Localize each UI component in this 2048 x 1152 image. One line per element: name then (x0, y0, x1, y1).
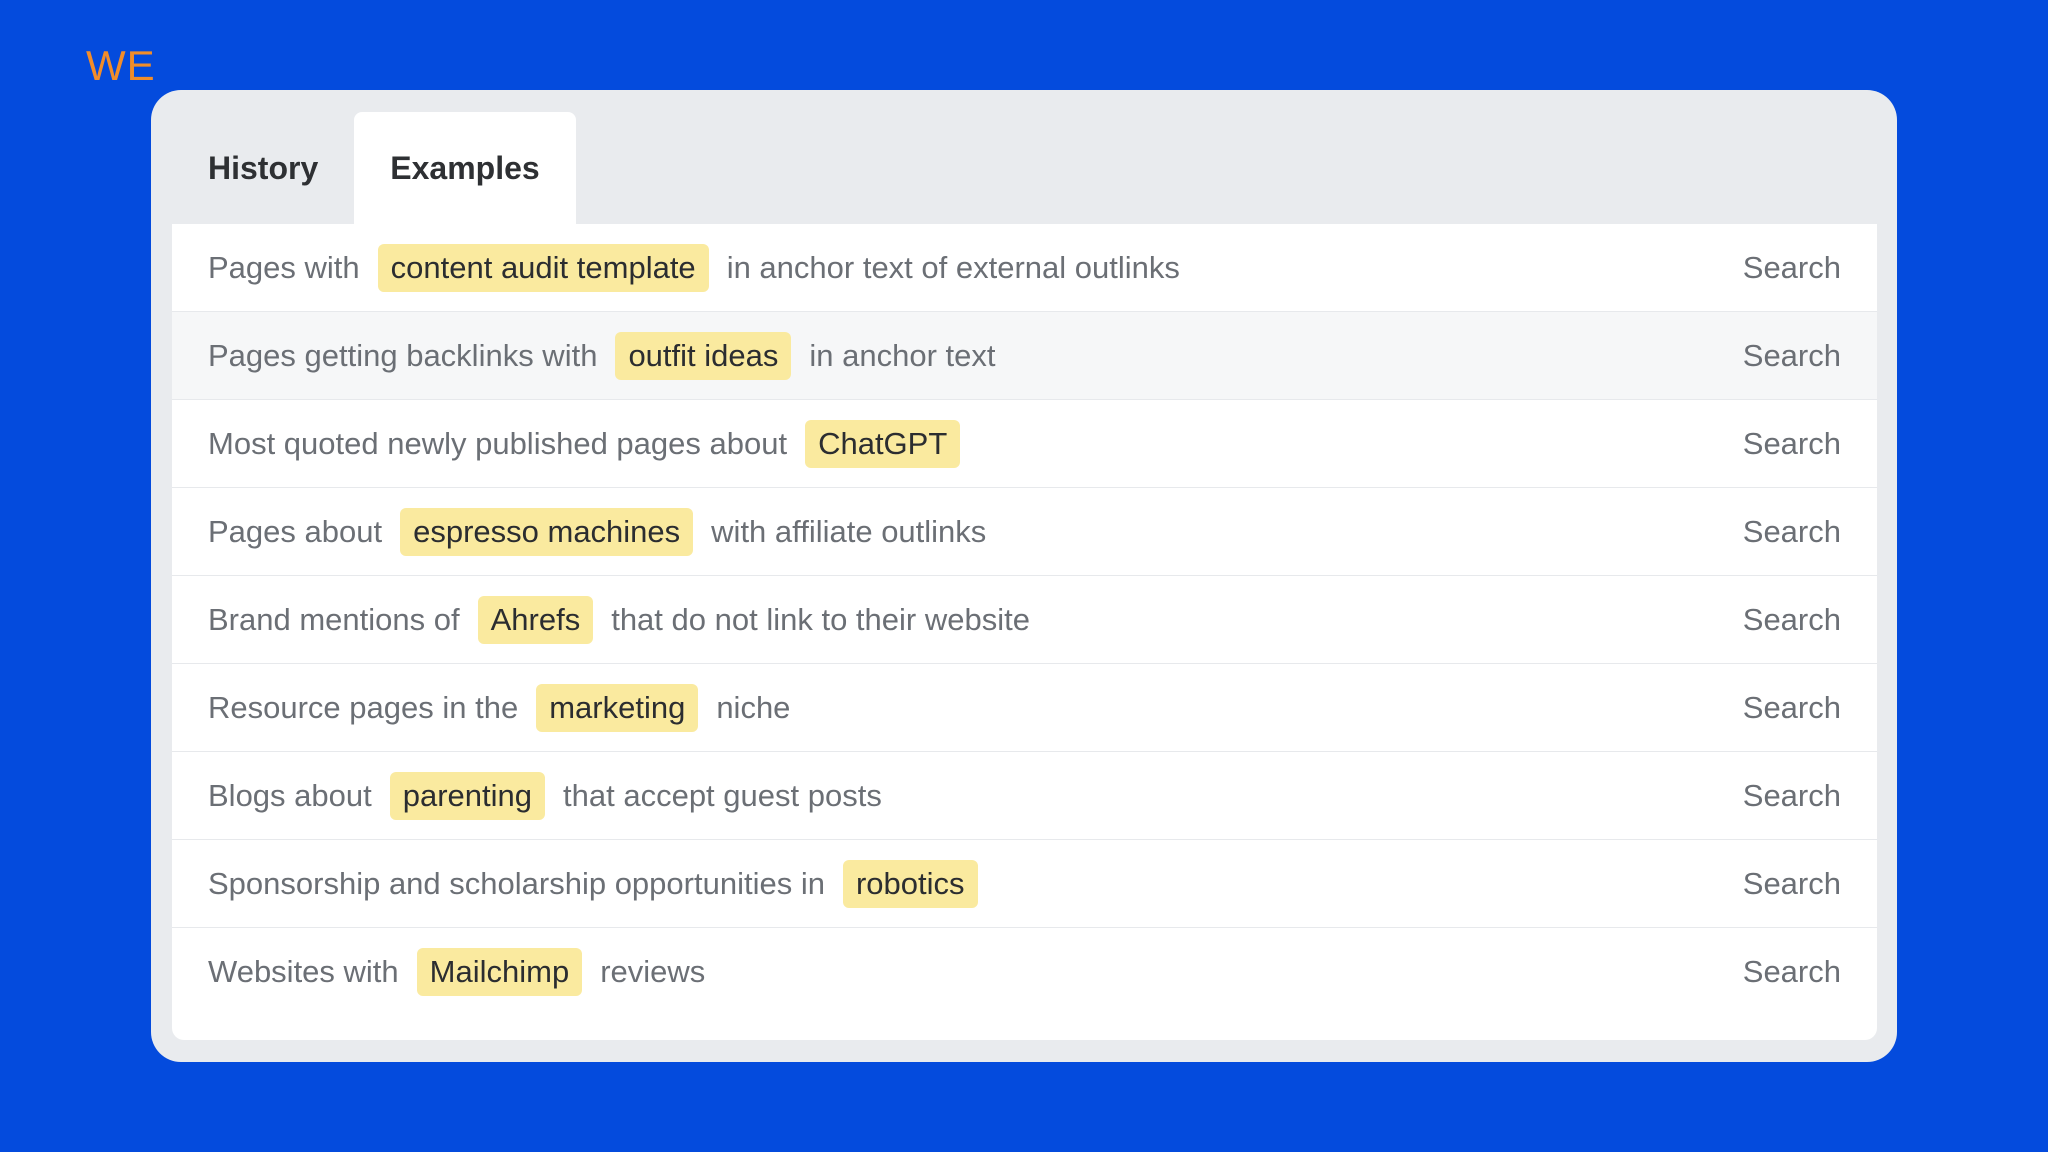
query-suffix: niche (716, 689, 791, 725)
query-keyword: marketing (536, 683, 699, 732)
example-query: Pages about espresso machines with affil… (208, 507, 1743, 556)
example-query: Resource pages in the marketing niche (208, 683, 1743, 732)
search-link[interactable]: Search (1743, 602, 1841, 638)
query-prefix: Pages with (208, 249, 360, 285)
search-link[interactable]: Search (1743, 514, 1841, 550)
search-link[interactable]: Search (1743, 866, 1841, 902)
search-link[interactable]: Search (1743, 954, 1841, 990)
query-prefix: Most quoted newly published pages about (208, 425, 788, 461)
query-suffix: in anchor text (809, 337, 996, 373)
tab-bar: History Examples (172, 112, 576, 224)
example-query: Websites with Mailchimp reviews (208, 947, 1743, 996)
search-link[interactable]: Search (1743, 250, 1841, 286)
query-keyword: espresso machines (400, 507, 694, 556)
query-keyword: content audit template (377, 243, 709, 292)
query-suffix: with affiliate outlinks (711, 513, 987, 549)
query-prefix: Brand mentions of (208, 601, 460, 637)
query-prefix: Sponsorship and scholarship opportunitie… (208, 865, 825, 901)
example-row[interactable]: Resource pages in the marketing niche Se… (172, 664, 1877, 752)
query-suffix: in anchor text of external outlinks (726, 249, 1180, 285)
example-row[interactable]: Sponsorship and scholarship opportunitie… (172, 840, 1877, 928)
example-row[interactable]: Pages with content audit template in anc… (172, 224, 1877, 312)
tab-examples[interactable]: Examples (354, 112, 576, 224)
example-row[interactable]: Pages about espresso machines with affil… (172, 488, 1877, 576)
brand-logo: WE (86, 42, 156, 89)
example-row[interactable]: Most quoted newly published pages about … (172, 400, 1877, 488)
examples-panel: History Examples Pages with content audi… (151, 90, 1897, 1062)
example-query: Blogs about parenting that accept guest … (208, 771, 1743, 820)
example-row[interactable]: Blogs about parenting that accept guest … (172, 752, 1877, 840)
search-link[interactable]: Search (1743, 426, 1841, 462)
query-suffix: reviews (600, 953, 706, 989)
query-keyword: robotics (842, 859, 978, 908)
query-suffix: that accept guest posts (563, 777, 882, 813)
query-prefix: Blogs about (208, 777, 372, 813)
query-keyword: Ahrefs (477, 595, 594, 644)
example-query: Pages getting backlinks with outfit idea… (208, 331, 1743, 380)
query-keyword: outfit ideas (615, 331, 792, 380)
examples-list: Pages with content audit template in anc… (172, 224, 1877, 1040)
search-link[interactable]: Search (1743, 690, 1841, 726)
example-row[interactable]: Websites with Mailchimp reviews Search (172, 928, 1877, 1015)
tab-history[interactable]: History (172, 112, 354, 224)
example-query: Most quoted newly published pages about … (208, 419, 1743, 468)
query-keyword: Mailchimp (416, 947, 583, 996)
query-suffix: that do not link to their website (611, 601, 1030, 637)
example-query: Sponsorship and scholarship opportunitie… (208, 859, 1743, 908)
example-row[interactable]: Pages getting backlinks with outfit idea… (172, 312, 1877, 400)
example-row[interactable]: Brand mentions of Ahrefs that do not lin… (172, 576, 1877, 664)
query-prefix: Websites with (208, 953, 399, 989)
example-query: Pages with content audit template in anc… (208, 243, 1743, 292)
query-keyword: parenting (389, 771, 546, 820)
query-prefix: Resource pages in the (208, 689, 519, 725)
query-prefix: Pages getting backlinks with (208, 337, 598, 373)
query-keyword: ChatGPT (805, 419, 961, 468)
query-prefix: Pages about (208, 513, 383, 549)
example-query: Brand mentions of Ahrefs that do not lin… (208, 595, 1743, 644)
search-link[interactable]: Search (1743, 338, 1841, 374)
search-link[interactable]: Search (1743, 778, 1841, 814)
